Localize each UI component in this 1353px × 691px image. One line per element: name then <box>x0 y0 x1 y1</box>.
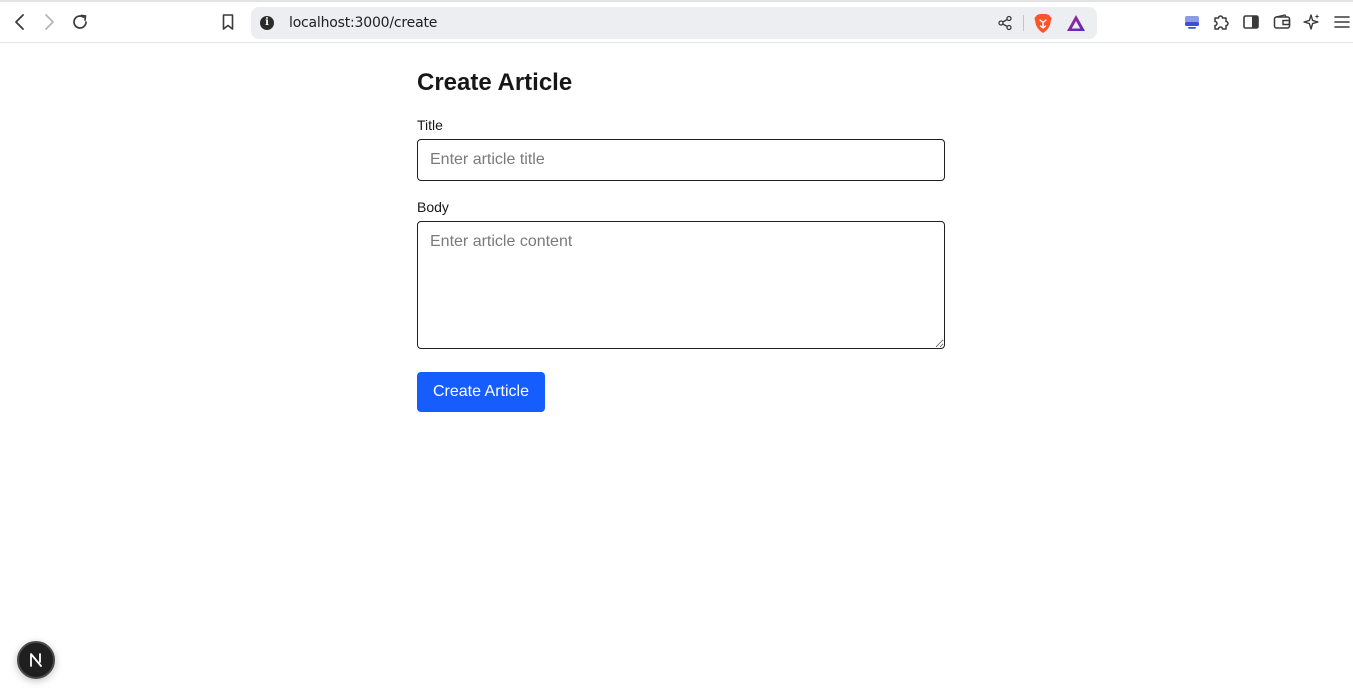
brave-shields-icon[interactable] <box>1033 13 1053 39</box>
sidebar-toggle-icon[interactable] <box>1239 10 1263 34</box>
url-text[interactable]: localhost:3000/create <box>289 7 437 39</box>
title-input[interactable] <box>417 139 945 181</box>
nextjs-logo-icon[interactable] <box>17 641 55 679</box>
body-label: Body <box>417 199 449 215</box>
address-separator <box>1023 15 1024 31</box>
brave-rewards-icon[interactable] <box>1066 14 1086 37</box>
site-info-icon[interactable]: i <box>260 16 274 30</box>
title-label: Title <box>417 117 443 133</box>
body-textarea[interactable] <box>417 221 945 349</box>
bookmark-icon[interactable] <box>216 10 240 34</box>
reload-icon[interactable] <box>68 10 92 34</box>
vpn-icon[interactable] <box>1180 10 1204 34</box>
create-article-button[interactable]: Create Article <box>417 372 545 412</box>
page-content: Create Article Title Body Create Article <box>0 43 1353 691</box>
address-bar[interactable]: i localhost:3000/create <box>251 7 1097 39</box>
wallet-icon[interactable] <box>1270 10 1294 34</box>
page-title: Create Article <box>417 69 573 96</box>
extensions-puzzle-icon[interactable] <box>1209 10 1233 34</box>
leo-ai-icon[interactable] <box>1300 10 1324 34</box>
browser-toolbar: i localhost:3000/create <box>0 0 1353 43</box>
share-icon[interactable] <box>997 15 1013 36</box>
hamburger-menu-icon[interactable] <box>1330 10 1353 34</box>
back-arrow-icon[interactable] <box>8 10 32 34</box>
forward-arrow-icon[interactable] <box>37 10 61 34</box>
